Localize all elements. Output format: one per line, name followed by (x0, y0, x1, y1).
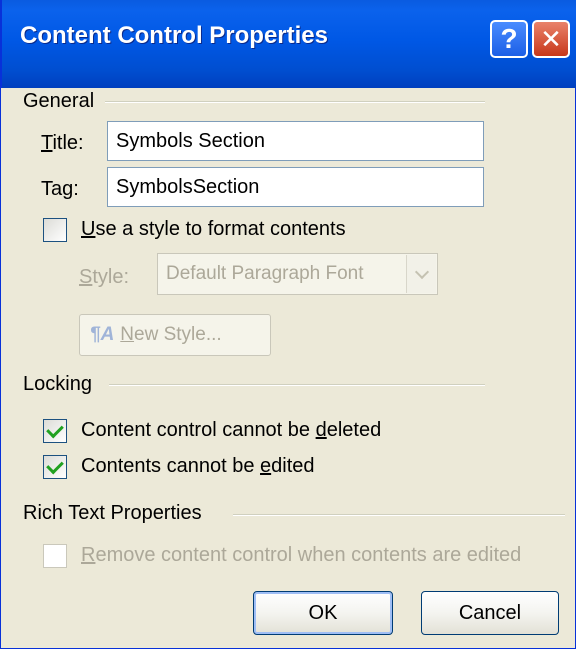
close-button[interactable]: ✕ (532, 20, 570, 58)
use-style-checkbox[interactable] (43, 218, 67, 242)
dialog-title: Content Control Properties (20, 22, 329, 49)
title-input[interactable]: Symbols Section (107, 121, 484, 161)
cannot-edit-label[interactable]: Contents cannot be edited (81, 455, 315, 478)
tag-label: Tag: (41, 178, 79, 200)
rich-text-separator (233, 514, 565, 516)
rich-text-heading: Rich Text Properties (23, 502, 202, 524)
general-separator (105, 101, 485, 103)
chevron-down-icon[interactable] (406, 255, 436, 293)
new-style-button[interactable]: ¶A New Style... (79, 314, 271, 356)
style-select[interactable]: Default Paragraph Font (157, 253, 438, 295)
tag-input[interactable]: SymbolsSection (107, 167, 484, 207)
title-label: Title: (41, 132, 84, 154)
style-select-value: Default Paragraph Font (166, 263, 364, 284)
remove-control-label[interactable]: Remove content control when contents are… (81, 544, 521, 567)
style-label: Style: (79, 266, 130, 288)
cannot-delete-label[interactable]: Content control cannot be deleted (81, 419, 381, 442)
title-bar[interactable]: Content Control Properties ? ✕ (1, 0, 576, 88)
cannot-edit-checkbox[interactable] (43, 455, 67, 479)
remove-control-checkbox[interactable] (43, 544, 67, 568)
cancel-button[interactable]: Cancel (421, 591, 559, 635)
style-icon: ¶A (90, 324, 115, 345)
cannot-delete-checkbox[interactable] (43, 419, 67, 443)
general-heading: General (23, 90, 95, 112)
ok-button[interactable]: OK (253, 591, 393, 635)
new-style-label: New Style... (120, 324, 222, 345)
locking-heading: Locking (23, 373, 92, 395)
locking-separator (109, 384, 485, 386)
dialog-body: General Title: Symbols Section Tag: Symb… (1, 88, 576, 649)
use-style-label[interactable]: Use a style to format contents (81, 218, 346, 241)
help-button[interactable]: ? (490, 20, 528, 58)
content-control-properties-dialog: Content Control Properties ? ✕ General T… (0, 0, 576, 649)
